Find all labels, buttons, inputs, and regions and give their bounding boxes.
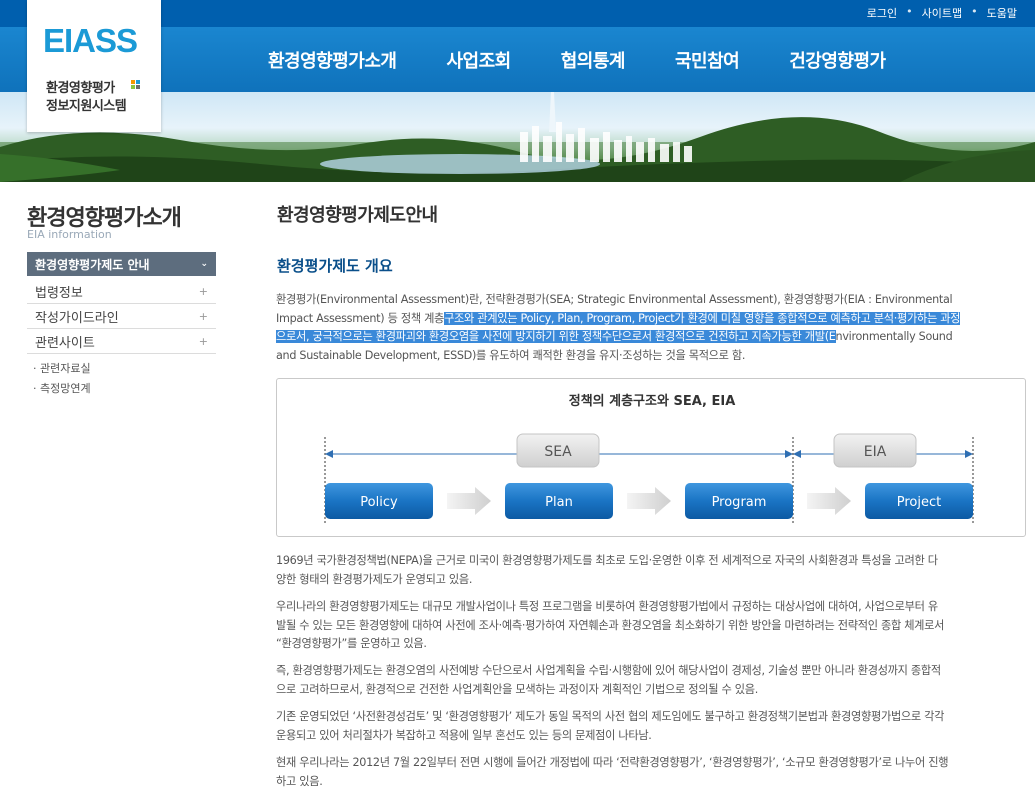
nav-public-participation[interactable]: 국민참여 xyxy=(675,47,740,73)
paragraph-line: 양한 형태의 환경평가제도가 운영되고 있음. xyxy=(276,572,473,586)
sidebar-item-label: 법령정보 xyxy=(35,285,83,301)
intro-line: and Sustainable Development, ESSD)를 유도하여… xyxy=(276,348,746,362)
diagram-title: 정책의 계층구조와 SEA, EIA xyxy=(569,393,736,409)
login-link[interactable]: 로그인 xyxy=(867,5,897,21)
paragraph-line: 우리나라의 환경영향평가제도는 대규모 개발사업이나 특정 프로그램을 비롯하여… xyxy=(276,600,938,613)
paragraph-line: 기존 운영되었던 ‘사전환경성검토’ 및 ‘환경영향평가’ 제도가 동일 목적의… xyxy=(276,710,945,723)
body-paragraph: 현재 우리나라는 2012년 7월 22일부터 전면 시행에 들어간 개정법에 … xyxy=(276,754,1026,791)
stage-plan-label: Plan xyxy=(545,495,573,510)
chevron-down-icon: ⌄ xyxy=(200,259,208,269)
monitoring-network-link[interactable]: · 측정망연계 xyxy=(33,379,91,399)
sidebar-item-label: 환경영향평가제도 안내 xyxy=(35,257,150,272)
logo-text-line1: 환경영향평가 xyxy=(46,81,115,96)
paragraph-line: 하고 있음. xyxy=(276,774,323,788)
intro-line: Impact Assessment) 등 정책 계층구조와 관계있는 Polic… xyxy=(276,310,1026,329)
utility-links: 로그인 • 사이트맵 • 도움말 xyxy=(867,5,1017,21)
paragraph-line: 으로 고려하므로서, 환경적으로 건전한 사업계획안을 모색하는 과정이자 계획… xyxy=(276,682,759,696)
paragraph-line: 즉, 환경영향평가제도는 환경오염의 사전예방 수단으로서 사업계획을 수립·시… xyxy=(276,664,941,677)
utility-separator: • xyxy=(906,5,913,18)
arrow-left-icon xyxy=(793,450,801,458)
flow-arrow-icon xyxy=(807,487,851,515)
body-paragraph: 우리나라의 환경영향평가제도는 대규모 개발사업이나 특정 프로그램을 비롯하여… xyxy=(276,598,1026,654)
plus-icon: + xyxy=(198,309,208,323)
sidebar-item-eia-system-guide[interactable]: 환경영향평가제도 안내 ⌄ xyxy=(27,252,216,276)
sidebar-item-writing-guideline[interactable]: 작성가이드라인 + xyxy=(27,304,216,329)
body-paragraph: 1969년 국가환경정책법(NEPA)을 근거로 미국이 환경영향평가제도를 최… xyxy=(276,552,1026,589)
sidebar-item-law-info[interactable]: 법령정보 + xyxy=(27,279,216,304)
arrow-right-icon xyxy=(965,450,973,458)
nav-eia-intro[interactable]: 환경영향평가소개 xyxy=(268,47,397,73)
intro-text: nvironmentally Sound xyxy=(835,330,953,343)
logo-wordmark: EIASS xyxy=(43,22,138,59)
nav-consult-stats[interactable]: 협의통계 xyxy=(561,47,626,73)
help-link[interactable]: 도움말 xyxy=(987,5,1017,21)
arrow-left-icon xyxy=(325,450,333,458)
paragraph-line: 현재 우리나라는 2012년 7월 22일부터 전면 시행에 들어간 개정법에 … xyxy=(276,756,949,769)
stage-policy-label: Policy xyxy=(360,495,398,510)
intro-text: Impact Assessment) 등 정책 계층 xyxy=(276,311,445,325)
plus-icon: + xyxy=(198,334,208,348)
paragraph-line: 발될 수 있는 모든 환경영향에 대하여 사전에 조사·예측·평가하여 자연훼손… xyxy=(276,618,945,632)
sidebar-item-related-sites[interactable]: 관련사이트 + xyxy=(27,329,216,354)
sidebar-sub-links: · 관련자료실 · 측정망연계 xyxy=(33,359,91,399)
page-title: 환경영향평가제도안내 xyxy=(277,205,438,226)
logo-squares-icon xyxy=(131,80,140,89)
related-archive-link[interactable]: · 관련자료실 xyxy=(33,359,91,379)
diagram-canvas: 정책의 계층구조와 SEA, EIA SEA EIA Policy Plan P… xyxy=(324,393,974,523)
intro-paragraph: 환경평가(Environmental Assessment)란, 전략환경평가(… xyxy=(276,291,1026,365)
site-logo[interactable]: EIASS 환경영향평가 정보지원시스템 xyxy=(27,0,161,132)
nav-project-search[interactable]: 사업조회 xyxy=(446,47,511,73)
body-paragraph: 기존 운영되었던 ‘사전환경성검토’ 및 ‘환경영향평가’ 제도가 동일 목적의… xyxy=(276,708,1026,745)
flow-arrow-icon xyxy=(447,487,491,515)
intro-line: 으로서, 궁극적으로는 환경파괴와 환경오염을 사전에 방지하기 위한 정책수단… xyxy=(276,328,1026,347)
body-paragraph: 즉, 환경영향평가제도는 환경오염의 사전예방 수단으로서 사업계획을 수립·시… xyxy=(276,662,1026,699)
plus-icon: + xyxy=(198,284,208,298)
flow-arrow-icon xyxy=(627,487,671,515)
utility-separator: • xyxy=(971,5,978,18)
paragraph-line: 운용되고 있어 처리절차가 복잡하고 적용에 일부 혼선도 있는 등의 문제점이… xyxy=(276,728,652,742)
intro-line: 환경평가(Environmental Assessment)란, 전략환경평가(… xyxy=(276,293,953,306)
nav-health-impact[interactable]: 건강영향평가 xyxy=(789,47,886,73)
sitemap-link[interactable]: 사이트맵 xyxy=(922,5,962,21)
section-title: 환경평가제도 개요 xyxy=(277,257,393,275)
stage-project-label: Project xyxy=(897,495,941,510)
sidebar-subtitle: EIA information xyxy=(27,228,112,241)
arrow-right-icon xyxy=(785,450,793,458)
selected-text: 구조와 관계있는 Policy, Plan, Program, Project가… xyxy=(444,311,961,325)
selected-text: 으로서, 궁극적으로는 환경파괴와 환경오염을 사전에 방지하기 위한 정책수단… xyxy=(276,330,836,343)
paragraph-line: “환경영향평가”를 운영하고 있음. xyxy=(276,637,427,650)
stage-program-label: Program xyxy=(712,495,767,510)
main-nav: 환경영향평가소개 사업조회 협의통계 국민참여 건강영향평가 xyxy=(268,47,936,73)
sidebar-item-label: 작성가이드라인 xyxy=(35,310,119,326)
policy-hierarchy-diagram: 정책의 계층구조와 SEA, EIA SEA EIA Policy Plan P… xyxy=(276,378,1026,537)
paragraph-line: 1969년 국가환경정책법(NEPA)을 근거로 미국이 환경영향평가제도를 최… xyxy=(276,554,938,567)
sidebar-menu: 환경영향평가제도 안내 ⌄ 법령정보 + 작성가이드라인 + 관련사이트 + xyxy=(27,252,216,354)
sidebar-item-label: 관련사이트 xyxy=(35,335,95,351)
sea-label: SEA xyxy=(544,444,572,460)
eia-label: EIA xyxy=(864,444,887,460)
logo-text-line2: 정보지원시스템 xyxy=(46,99,127,114)
